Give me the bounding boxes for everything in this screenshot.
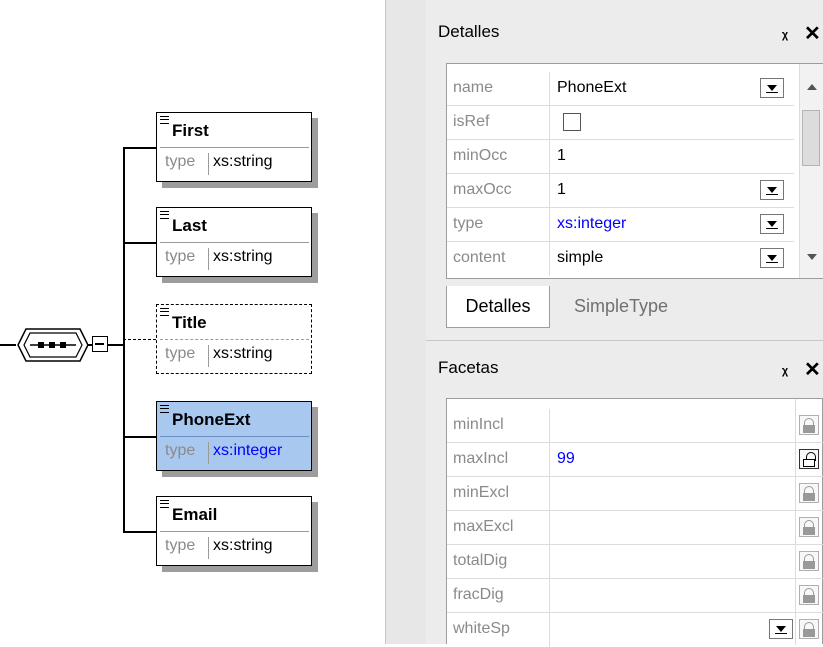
element-phoneext[interactable]: PhoneExt type xs:integer [156, 401, 318, 477]
connector-line [108, 344, 124, 346]
tab-detalles[interactable]: Detalles [446, 286, 550, 328]
side-panels: Detalles ᵪ ✕ name PhoneExt isRef minOcc … [426, 0, 823, 647]
facet-row-maxexcl[interactable]: maxExcl [447, 511, 823, 545]
type-value: xs:string [213, 345, 273, 362]
element-icon [160, 211, 169, 219]
connector-line [123, 436, 156, 438]
pin-icon[interactable]: ᵪ [782, 24, 788, 42]
dropdown-button[interactable] [760, 248, 784, 268]
scroll-thumb[interactable] [802, 110, 820, 166]
facet-key: totalDig [453, 552, 508, 569]
lock-icon[interactable] [799, 585, 819, 605]
facet-row-totaldig[interactable]: totalDig [447, 545, 823, 579]
type-label: type [161, 345, 209, 367]
facet-key: maxExcl [453, 518, 514, 535]
element-icon [160, 308, 169, 316]
dropdown-button[interactable] [760, 78, 784, 98]
type-label: type [161, 248, 209, 270]
lock-icon[interactable] [799, 619, 819, 639]
facet-key: maxIncl [453, 450, 509, 467]
property-key: minOcc [453, 147, 508, 164]
facets-panel-title: Facetas [438, 358, 499, 377]
property-value[interactable]: xs:integer [557, 215, 626, 233]
scroll-down-arrow-icon[interactable] [807, 254, 817, 260]
scroll-up-arrow-icon[interactable] [807, 84, 817, 90]
details-row-name[interactable]: name PhoneExt [447, 72, 794, 106]
element-email[interactable]: Email type xs:string [156, 496, 318, 572]
lock-icon[interactable] [799, 415, 819, 435]
element-name: Last [172, 216, 207, 235]
connector-line [123, 531, 156, 533]
element-name: Email [172, 505, 218, 524]
details-row-content[interactable]: content simple [447, 242, 794, 276]
facet-row-minincl[interactable]: minIncl [447, 409, 823, 443]
element-icon [160, 405, 169, 413]
type-label: type [161, 537, 209, 559]
element-last[interactable]: Last type xs:string [156, 207, 318, 283]
close-icon[interactable]: ✕ [804, 357, 821, 382]
facet-key: minExcl [453, 484, 510, 501]
isref-checkbox[interactable] [563, 113, 581, 131]
facet-value[interactable]: 99 [557, 450, 575, 468]
schema-canvas[interactable]: First type xs:string Last type xs:string T… [0, 0, 386, 644]
type-value: xs:string [213, 248, 273, 265]
type-label: type [161, 153, 209, 175]
lock-icon[interactable] [799, 483, 819, 503]
property-value[interactable]: 1 [557, 181, 566, 199]
facet-key: fracDig [453, 586, 504, 603]
details-row-minocc[interactable]: minOcc 1 [447, 140, 794, 174]
facets-grid[interactable]: minIncl maxIncl 99 minExcl maxExcl total… [446, 398, 823, 647]
close-icon[interactable]: ✕ [804, 21, 821, 46]
pin-icon[interactable]: ᵪ [782, 360, 788, 378]
property-value[interactable]: 1 [557, 147, 566, 165]
element-name: Title [172, 313, 207, 332]
collapse-toggle[interactable] [92, 336, 108, 352]
facet-row-whitesp[interactable]: whiteSp [447, 613, 823, 647]
details-row-isref[interactable]: isRef [447, 106, 794, 140]
tab-simpletype[interactable]: SimpleType [558, 286, 684, 328]
type-value: xs:integer [213, 442, 283, 459]
connector-line [0, 344, 16, 346]
lock-icon[interactable] [799, 449, 819, 469]
facet-key: minIncl [453, 416, 504, 433]
facet-key: whiteSp [453, 620, 510, 637]
panel-splitter[interactable] [386, 0, 426, 644]
element-icon [160, 500, 169, 508]
element-first[interactable]: First type xs:string [156, 112, 318, 188]
property-key: isRef [453, 113, 490, 130]
details-row-type[interactable]: type xs:integer [447, 208, 794, 242]
connector-line [123, 242, 156, 244]
property-value[interactable]: simple [557, 249, 603, 267]
element-title[interactable]: Title type xs:string [156, 304, 316, 376]
property-key: type [453, 215, 484, 232]
lock-icon[interactable] [799, 551, 819, 571]
property-key: content [453, 249, 506, 266]
facet-row-maxincl[interactable]: maxIncl 99 [447, 443, 823, 477]
type-label: type [161, 442, 209, 464]
facet-row-fracdig[interactable]: fracDig [447, 579, 823, 613]
element-icon [160, 116, 169, 124]
details-row-maxocc[interactable]: maxOcc 1 [447, 174, 794, 208]
type-value: xs:string [213, 537, 273, 554]
property-key: name [453, 79, 494, 96]
property-key: maxOcc [453, 181, 512, 198]
details-panel-title: Detalles [438, 22, 500, 41]
dropdown-button[interactable] [760, 180, 784, 200]
dropdown-button[interactable] [760, 214, 784, 234]
details-grid[interactable]: name PhoneExt isRef minOcc 1 maxOcc 1 ty… [446, 63, 823, 279]
property-value[interactable]: PhoneExt [557, 79, 626, 97]
dropdown-button[interactable] [769, 619, 793, 639]
details-scrollbar[interactable] [799, 64, 823, 278]
panel-divider [426, 340, 823, 341]
lock-icon[interactable] [799, 517, 819, 537]
connector-line [123, 339, 156, 340]
sequence-compositor-icon[interactable] [16, 327, 88, 363]
element-name: PhoneExt [172, 410, 251, 429]
connector-line [123, 147, 156, 149]
type-value: xs:string [213, 153, 273, 170]
element-name: First [172, 121, 209, 140]
facet-row-minexcl[interactable]: minExcl [447, 477, 823, 511]
